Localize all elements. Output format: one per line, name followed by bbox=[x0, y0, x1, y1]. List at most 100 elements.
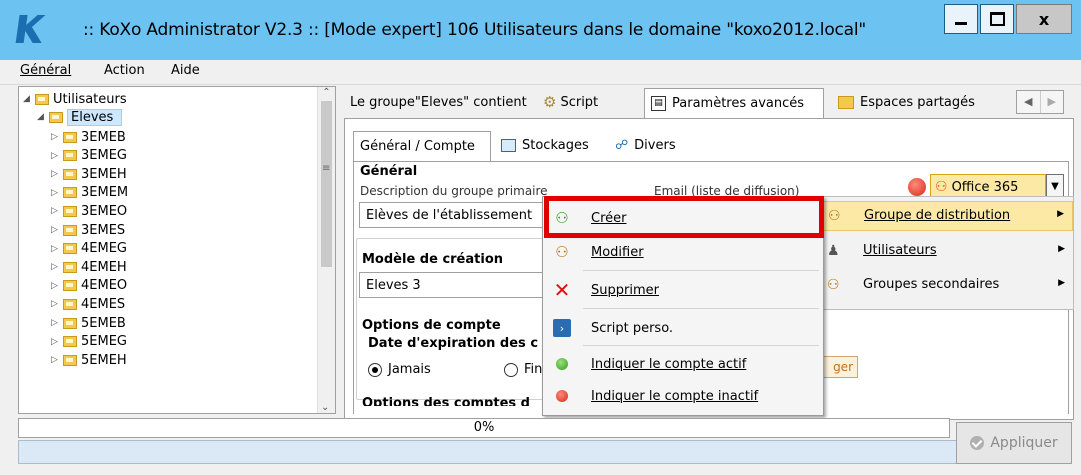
radio-selected-icon bbox=[368, 362, 382, 377]
delete-icon: ✕ bbox=[553, 278, 571, 302]
user-tree: ◢ Utilisateurs ◢ Eleves ▷ 3EMEB ▷ 3EMEG ▷ 3EM… bbox=[18, 86, 336, 414]
model-heading: Modèle de création bbox=[362, 252, 504, 267]
tree-node[interactable]: ▷ 5EMEG bbox=[51, 334, 127, 350]
tree-node[interactable]: ▷ 3EMES bbox=[51, 222, 125, 238]
tab-storages[interactable]: Stockages bbox=[495, 131, 595, 159]
office365-label: Office 365 bbox=[951, 179, 1019, 195]
close-icon: x bbox=[1038, 9, 1050, 29]
tree-node-label: Utilisateurs bbox=[53, 91, 127, 107]
menu-general[interactable]: Général bbox=[20, 63, 71, 78]
tab-scroll-left-icon[interactable]: ◀ bbox=[1017, 91, 1041, 113]
expand-icon[interactable]: ▷ bbox=[51, 188, 63, 198]
folder-icon bbox=[63, 150, 77, 162]
highlight-box bbox=[544, 196, 824, 238]
submenu-item-secondary-groups[interactable]: ⚇ Groupes secondaires ▶ bbox=[819, 271, 1073, 301]
model-field[interactable]: Eleves 3 bbox=[359, 272, 549, 298]
tree-node[interactable]: ▷ 3EMEO bbox=[51, 203, 127, 219]
minimize-icon bbox=[955, 21, 967, 25]
tab-script[interactable]: ⚙ Script bbox=[537, 88, 604, 116]
office-users-icon: ⚇ bbox=[935, 179, 948, 195]
expand-icon[interactable]: ▷ bbox=[51, 132, 63, 142]
apply-button[interactable]: Appliquer bbox=[956, 422, 1072, 464]
maximize-icon bbox=[989, 12, 1005, 26]
tree-node-label: Eleves bbox=[67, 108, 123, 126]
radio-end[interactable]: Fin bbox=[504, 362, 542, 377]
expand-icon[interactable]: ▷ bbox=[51, 225, 63, 235]
settings-icon: ▤ bbox=[651, 96, 666, 111]
submenu-label: Utilisateurs bbox=[863, 243, 937, 258]
group-icon: ⚇ bbox=[828, 208, 841, 224]
scroll-thumb[interactable] bbox=[321, 101, 332, 267]
menu-item-modify[interactable]: ⚇ Modifier bbox=[543, 235, 823, 269]
menu-item-delete[interactable]: ✕ Supprimer bbox=[543, 273, 823, 307]
tree-node[interactable]: ▷ 3EMEH bbox=[51, 166, 127, 182]
section-general-heading: Général bbox=[360, 164, 418, 179]
create-submenu: ⚇ Groupe de distribution ▶ ♟ Utilisateur… bbox=[818, 196, 1074, 310]
tree-node-label: 3EMEG bbox=[81, 148, 127, 164]
menu-aide[interactable]: Aide bbox=[171, 63, 200, 78]
submenu-arrow-icon: ▶ bbox=[1057, 209, 1064, 219]
change-button-label: ger bbox=[833, 360, 853, 374]
tree-node-label: 4EMES bbox=[81, 296, 126, 312]
close-button[interactable]: x bbox=[1016, 4, 1072, 34]
menu-item-custom-script[interactable]: › Script perso. bbox=[543, 311, 823, 345]
window-title: :: KoXo Administrator V2.3 :: [Mode expe… bbox=[83, 20, 867, 40]
expand-icon[interactable]: ▷ bbox=[51, 299, 63, 309]
tab-shared-spaces[interactable]: Espaces partagés bbox=[832, 88, 981, 116]
account-options-heading: Options de compte bbox=[362, 318, 501, 333]
expand-icon[interactable]: ▷ bbox=[51, 206, 63, 216]
folder-icon bbox=[63, 336, 77, 348]
expand-icon[interactable]: ▷ bbox=[51, 262, 63, 272]
tree-node[interactable]: ▷ 3EMEB bbox=[51, 129, 126, 145]
tab-group-contains[interactable]: Le groupe"Eleves" contient bbox=[344, 88, 533, 116]
description-field[interactable]: Elèves de l'établissement bbox=[359, 202, 549, 228]
tree-node-label: 4EMEG bbox=[81, 241, 127, 257]
user-icon: ♟ bbox=[827, 243, 840, 259]
radio-never-label: Jamais bbox=[388, 362, 431, 377]
sub-tabs: Général / Compte Stockages ☍ Divers bbox=[349, 131, 1049, 161]
folder-icon bbox=[63, 131, 77, 143]
groups-icon: ⚇ bbox=[827, 277, 840, 293]
maximize-button[interactable] bbox=[980, 4, 1014, 34]
menu-item-set-active[interactable]: Indiquer le compte actif bbox=[543, 347, 823, 381]
tab-scroll-right-icon[interactable]: ▶ bbox=[1041, 91, 1064, 113]
expand-icon[interactable]: ▷ bbox=[51, 337, 63, 347]
expand-icon[interactable]: ▷ bbox=[51, 355, 63, 365]
tree-node[interactable]: ▷ 4EMEG bbox=[51, 241, 127, 257]
tree-node[interactable]: ▷ 4EMEO bbox=[51, 278, 127, 294]
scroll-up-icon[interactable]: ⌃ bbox=[318, 87, 335, 98]
expand-icon[interactable]: ▷ bbox=[51, 151, 63, 161]
tab-misc[interactable]: ☍ Divers bbox=[609, 131, 682, 159]
tree-node[interactable]: ▷ 4EMEH bbox=[51, 259, 127, 275]
menu-item-label: Indiquer le compte actif bbox=[591, 356, 747, 372]
tree-node[interactable]: ▷ 5EMEH bbox=[51, 352, 127, 368]
tab-general-account[interactable]: Général / Compte bbox=[353, 131, 491, 161]
tree-node[interactable]: ▷ 5EMEB bbox=[51, 315, 126, 331]
scroll-down-icon[interactable]: ⌄ bbox=[321, 402, 329, 413]
tree-node-label: 4EMEO bbox=[81, 278, 128, 294]
tree-scrollbar[interactable]: ⌃ ≡ ⌄ bbox=[317, 87, 335, 413]
folder-icon bbox=[63, 298, 77, 310]
menu-item-label: Supprimer bbox=[591, 282, 659, 298]
expand-icon[interactable]: ▷ bbox=[51, 169, 63, 179]
radio-never[interactable]: Jamais bbox=[368, 362, 431, 377]
menu-action[interactable]: Action bbox=[104, 63, 145, 78]
expand-icon[interactable]: ▷ bbox=[51, 281, 63, 291]
submenu-item-users[interactable]: ♟ Utilisateurs ▶ bbox=[819, 237, 1073, 267]
tab-label: Espaces partagés bbox=[860, 94, 975, 110]
tree-node[interactable]: ▷ 3EMEG bbox=[51, 148, 127, 164]
menu-item-set-inactive[interactable]: Indiquer le compte inactif bbox=[543, 379, 823, 413]
tree-node-eleves[interactable]: ◢ Eleves bbox=[37, 108, 123, 126]
tree-node[interactable]: ▷ 3EMEM bbox=[51, 185, 128, 201]
tree-node-label: 3EMEB bbox=[81, 129, 126, 145]
powershell-icon: › bbox=[553, 319, 571, 337]
expand-icon[interactable]: ▷ bbox=[51, 318, 63, 328]
tab-label: Divers bbox=[634, 137, 676, 153]
minimize-button[interactable] bbox=[944, 4, 978, 34]
tree-node-root[interactable]: ◢ Utilisateurs bbox=[23, 91, 127, 107]
expand-icon[interactable]: ▷ bbox=[51, 244, 63, 254]
submenu-label: Groupe de distribution bbox=[864, 208, 1011, 223]
tab-advanced-settings[interactable]: ▤ Paramètres avancés bbox=[644, 88, 824, 118]
submenu-item-distribution-group[interactable]: ⚇ Groupe de distribution ▶ bbox=[819, 201, 1073, 231]
tree-node[interactable]: ▷ 4EMES bbox=[51, 296, 125, 312]
